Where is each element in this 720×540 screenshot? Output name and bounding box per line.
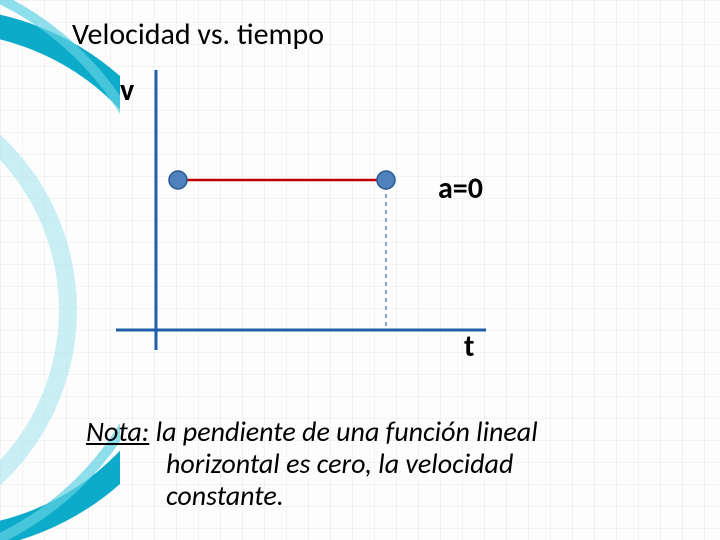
footnote-line3: constante.	[86, 480, 680, 512]
velocity-time-chart	[116, 70, 516, 360]
point-start	[169, 171, 187, 189]
footnote-label: Nota:	[86, 414, 149, 449]
footnote-line2: horizontal es cero, la velocidad	[86, 448, 680, 480]
footnote: Nota: la pendiente de una función lineal…	[86, 416, 680, 513]
footnote-line1: la pendiente de una función lineal	[149, 414, 537, 449]
point-end	[377, 171, 395, 189]
slide-title: Velocidad vs. tiempo	[72, 16, 324, 53]
